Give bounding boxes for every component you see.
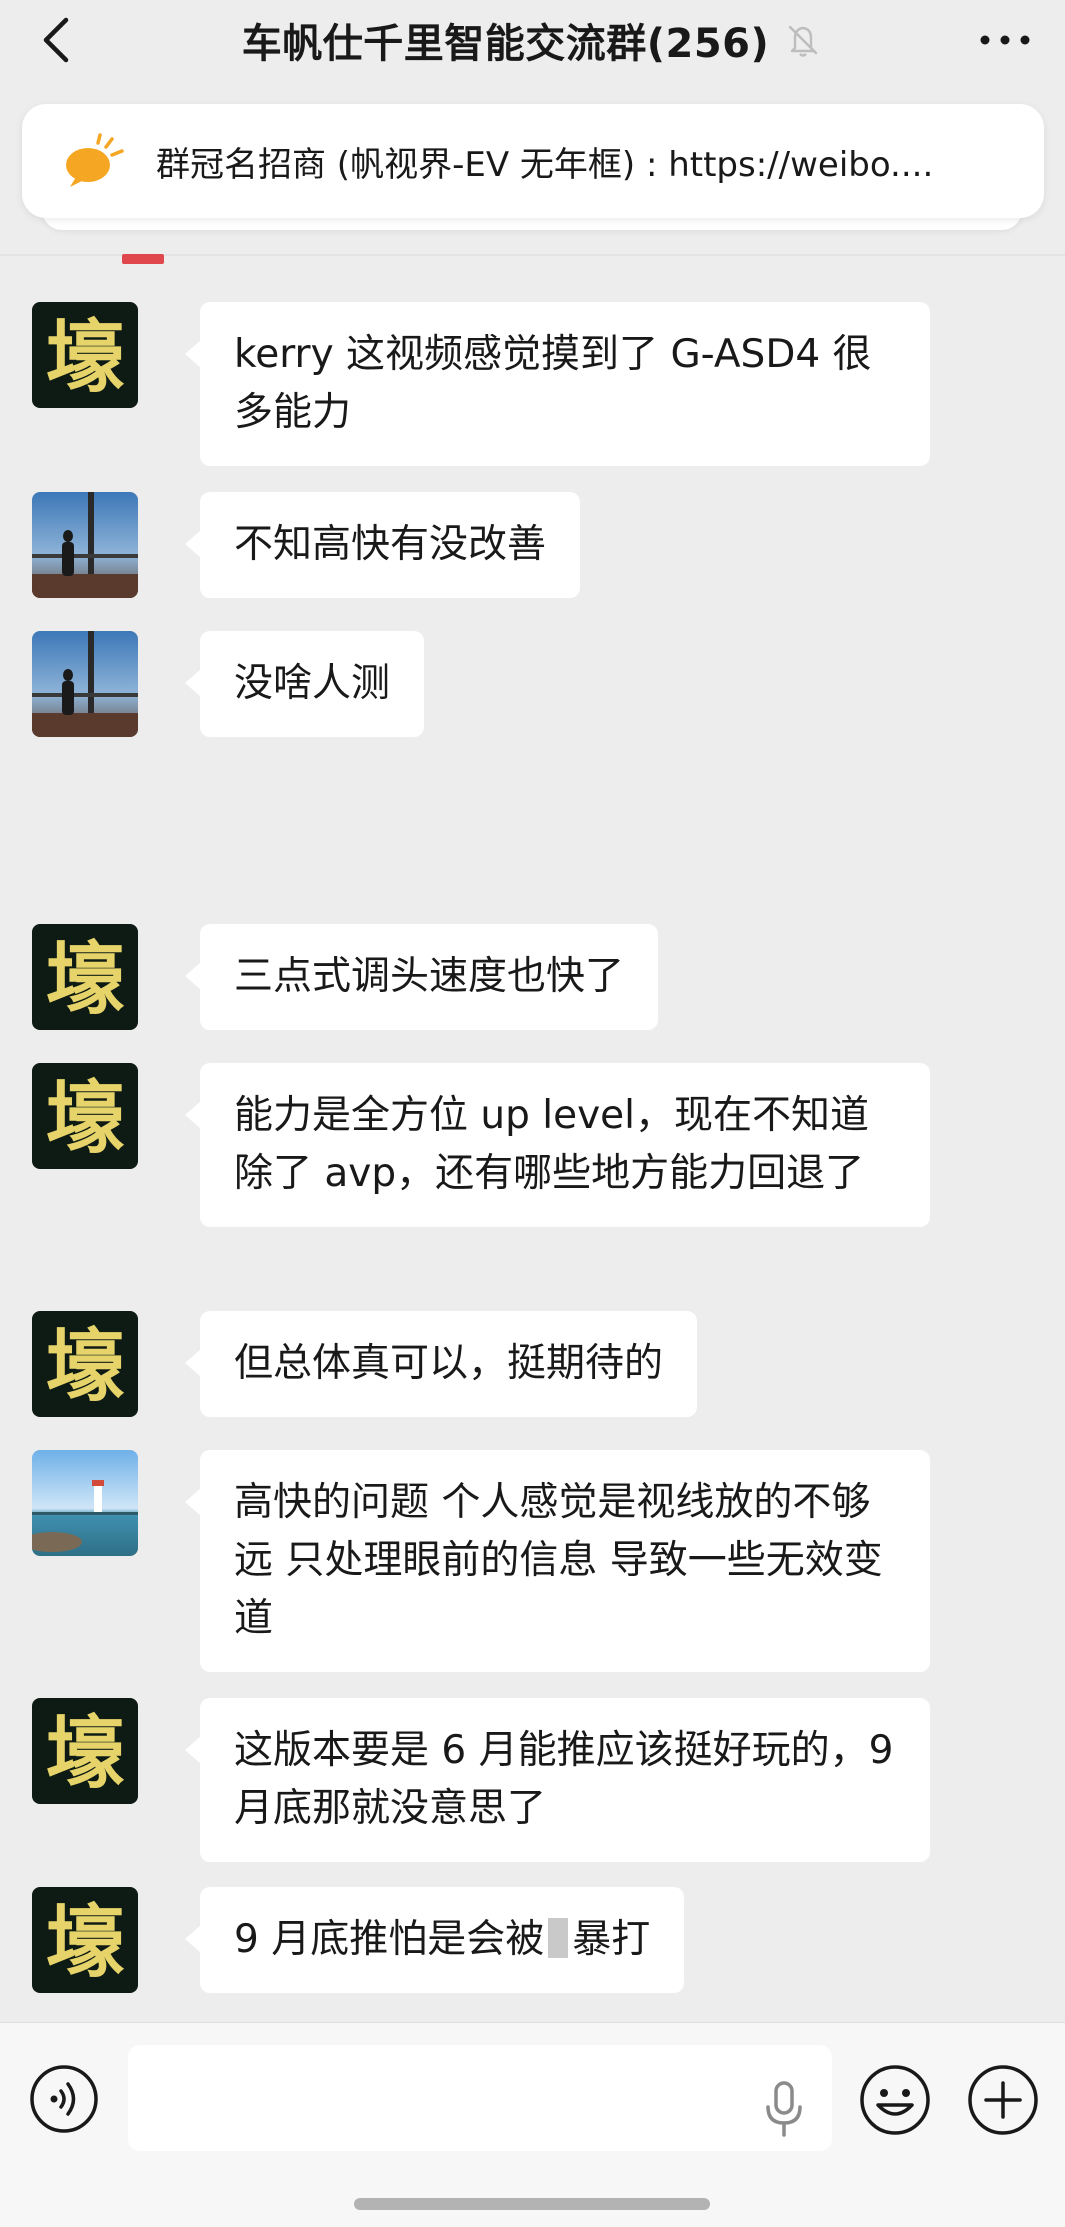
message-bubble[interactable]: 这版本要是 6 月能推应该挺好玩的，9 月底那就没意思了	[185, 1698, 930, 1862]
unread-indicator	[122, 254, 164, 264]
redacted-block	[548, 1918, 569, 1958]
avatar-glyph: 壕	[46, 1321, 125, 1412]
more-horizontal-icon	[980, 35, 1030, 45]
message-row: 壕 但总体真可以，挺期待的	[32, 1311, 698, 1417]
message-row: 壕 kerry 这视频感觉摸到了 G-ASD4 很多能力	[32, 302, 930, 466]
avatar[interactable]: 壕	[32, 302, 138, 408]
bell-muted-icon	[789, 25, 818, 57]
pinned-announcement-text: 群冠名招商 (帆视界-EV 无年框) : https://weibo....	[156, 144, 934, 185]
avatar[interactable]: 壕	[32, 924, 138, 1030]
message-bubble[interactable]: 没啥人测	[184, 631, 425, 737]
message-row: 壕 9 月底推怕是会被 暴打	[32, 1887, 685, 1993]
chevron-left-icon	[43, 17, 69, 63]
message-row: 壕 这版本要是 6 月能推应该挺好玩的，9 月底那就没意思了	[32, 1698, 930, 1862]
emoji-smile-icon	[860, 2065, 930, 2135]
avatar-glyph: 壕	[46, 1708, 125, 1799]
avatar[interactable]: 壕	[32, 1698, 138, 1804]
voice-mode-button[interactable]	[28, 2063, 100, 2135]
microphone-button[interactable]	[762, 2079, 806, 2139]
message-bubble[interactable]: 能力是全方位 up level，现在不知道除了 avp，还有哪些地方能力回退了	[185, 1063, 930, 1227]
more-options-button[interactable]	[975, 18, 1035, 62]
voice-mode-icon	[30, 2065, 98, 2133]
message-bubble[interactable]: 不知高快有没改善	[184, 492, 581, 598]
message-bubble[interactable]: kerry 这视频感觉摸到了 G-ASD4 很多能力	[185, 302, 930, 466]
message-bubble[interactable]: 9 月底推怕是会被 暴打	[184, 1887, 685, 1993]
message-row: 壕 三点式调头速度也快了	[32, 924, 659, 1030]
message-bubble[interactable]: 但总体真可以，挺期待的	[184, 1311, 698, 1417]
avatar[interactable]: 壕	[32, 1311, 138, 1417]
home-indicator[interactable]	[354, 2198, 710, 2210]
avatar[interactable]	[32, 631, 138, 737]
message-row: 高快的问题 个人感觉是视线放的不够远 只处理眼前的信息 导致一些无效变道	[32, 1450, 930, 1672]
chat-header: 车帆仕千里智能交流群(256)	[0, 0, 1065, 80]
message-bubble[interactable]: 高快的问题 个人感觉是视线放的不够远 只处理眼前的信息 导致一些无效变道	[185, 1450, 930, 1672]
avatar-glyph: 壕	[46, 934, 125, 1025]
plus-circle-icon	[968, 2065, 1038, 2135]
message-text-start: 9 月底推怕是会被	[234, 1917, 545, 1962]
back-button[interactable]	[36, 14, 80, 66]
message-row: 壕 能力是全方位 up level，现在不知道除了 avp，还有哪些地方能力回退…	[32, 1063, 930, 1227]
more-actions-button[interactable]	[966, 2063, 1040, 2137]
chat-screen: 车帆仕千里智能交流群(256) 群冠名招商 (帆视界-EV 无年框) : htt…	[0, 0, 1065, 2227]
input-bar	[0, 2022, 1065, 2227]
pinned-announcement[interactable]: 群冠名招商 (帆视界-EV 无年框) : https://weibo....	[22, 104, 1044, 218]
microphone-icon	[766, 2081, 802, 2137]
message-row: 没啥人测	[32, 631, 425, 737]
avatar[interactable]	[32, 492, 138, 598]
avatar[interactable]	[32, 1450, 138, 1556]
announcement-speech-icon	[66, 133, 124, 187]
message-bubble[interactable]: 三点式调头速度也快了	[184, 924, 659, 1030]
message-input[interactable]	[128, 2045, 832, 2151]
message-text-end: 暴打	[572, 1917, 651, 1962]
avatar[interactable]: 壕	[32, 1887, 138, 1993]
avatar-glyph: 壕	[46, 312, 125, 403]
chat-title: 车帆仕千里智能交流群(256)	[241, 21, 770, 67]
message-row: 不知高快有没改善	[32, 492, 581, 598]
avatar[interactable]: 壕	[32, 1063, 138, 1169]
emoji-button[interactable]	[858, 2063, 932, 2137]
avatar-glyph: 壕	[46, 1073, 125, 1164]
avatar-glyph: 壕	[46, 1897, 125, 1988]
